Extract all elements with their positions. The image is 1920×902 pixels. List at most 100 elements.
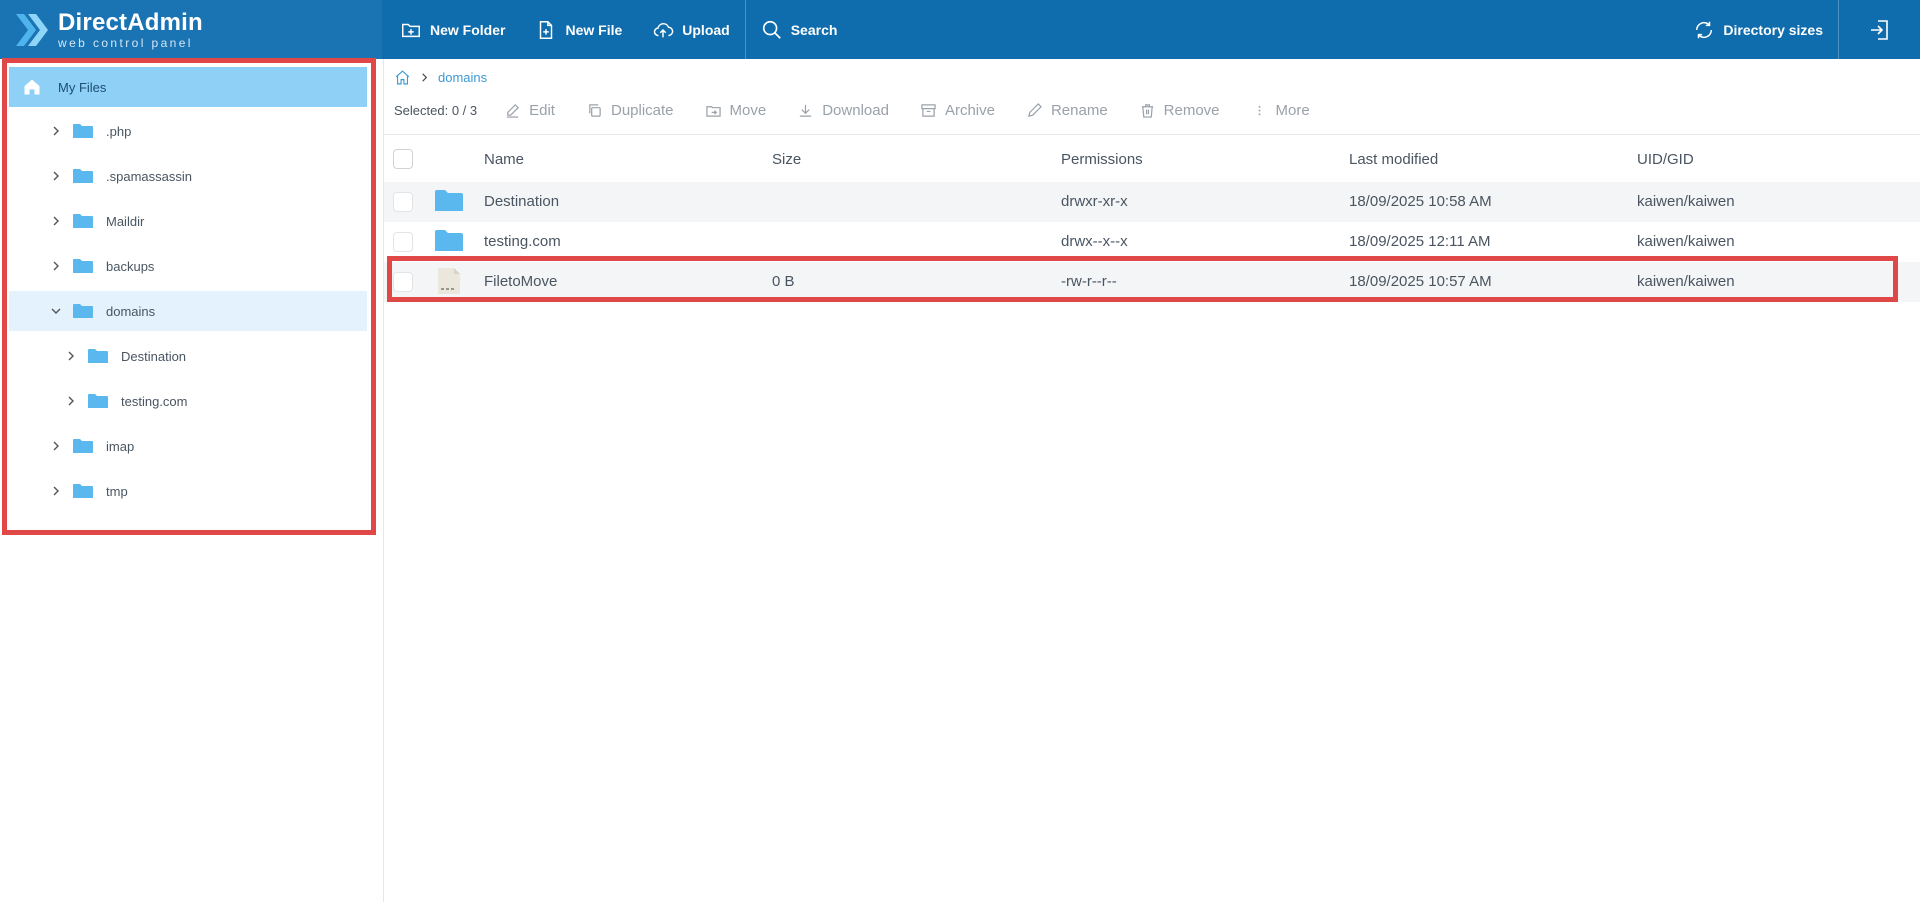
upload-button[interactable]: Upload — [637, 0, 744, 59]
trash-icon — [1141, 103, 1153, 118]
folder-icon — [73, 124, 93, 138]
table-row[interactable]: testing.com drwx--x--x 18/09/2025 12:11 … — [384, 222, 1920, 262]
tree-item-label: tmp — [106, 483, 128, 499]
tree-item-label: testing.com — [121, 393, 188, 409]
tree-item-tmp[interactable]: tmp — [9, 471, 367, 511]
chevron-down-icon[interactable] — [49, 304, 63, 318]
chevron-right-icon[interactable] — [49, 484, 63, 498]
tree-item-label: My Files — [58, 79, 107, 95]
row-checkbox[interactable] — [393, 232, 413, 252]
new-folder-label: New Folder — [430, 21, 506, 38]
rename-button[interactable]: Rename — [1027, 102, 1108, 119]
tree-item-label: .php — [106, 123, 132, 139]
app-title: DirectAdmin — [58, 8, 203, 36]
chevron-right-icon[interactable] — [49, 214, 63, 228]
row-checkbox[interactable] — [393, 192, 413, 212]
folder-icon — [88, 394, 108, 408]
column-name[interactable]: Name — [484, 151, 524, 168]
tree-item-label: imap — [106, 438, 135, 454]
folder-tree-sidebar: My Files .php .spamassassin Maildir back… — [0, 59, 384, 902]
breadcrumb-domains[interactable]: domains — [438, 70, 487, 85]
file-modified: 18/09/2025 12:11 AM — [1349, 233, 1491, 250]
pencil-icon — [1028, 102, 1042, 117]
directadmin-logo-icon — [16, 13, 48, 46]
tree-item-domains[interactable]: domains — [9, 291, 367, 331]
column-size[interactable]: Size — [772, 151, 801, 168]
home-icon — [24, 79, 40, 95]
new-file-button[interactable]: New File — [520, 0, 637, 59]
tree-item-spamassassin[interactable]: .spamassassin — [9, 156, 367, 196]
column-last-modified[interactable]: Last modified — [1349, 151, 1438, 168]
home-icon[interactable] — [394, 69, 411, 86]
refresh-icon — [1696, 21, 1713, 38]
new-folder-button[interactable]: New Folder — [385, 0, 520, 59]
file-permissions: drwxr-xr-x — [1061, 193, 1128, 210]
tree-item-label: backups — [106, 258, 155, 274]
new-file-label: New File — [565, 21, 623, 38]
chevron-right-icon[interactable] — [49, 439, 63, 453]
file-toolbar: New Folder New File Upload Search — [385, 0, 852, 59]
tree-item-label: Destination — [121, 348, 187, 364]
edit-icon — [507, 103, 520, 118]
top-bar: DirectAdmin web control panel New Folder… — [0, 0, 1920, 59]
toolbar-right: Directory sizes — [1678, 0, 1920, 59]
folder-icon — [73, 259, 93, 273]
file-modified: 18/09/2025 10:58 AM — [1349, 193, 1492, 210]
folder-icon — [73, 484, 93, 498]
tree-item-maildir[interactable]: Maildir — [9, 201, 367, 241]
file-size: 0 B — [772, 273, 795, 290]
tree-item-label: .spamassassin — [106, 168, 192, 184]
table-row[interactable]: Destination drwxr-xr-x 18/09/2025 10:58 … — [384, 182, 1920, 222]
cloud-upload-icon — [654, 22, 674, 37]
chevron-right-icon[interactable] — [49, 259, 63, 273]
file-owner: kaiwen/kaiwen — [1637, 273, 1735, 290]
column-uid-gid[interactable]: UID/GID — [1637, 151, 1694, 168]
chevron-right-icon[interactable] — [49, 124, 63, 138]
folder-icon — [73, 304, 93, 318]
search-icon — [762, 20, 781, 39]
app-subtitle: web control panel — [58, 35, 193, 50]
app-logo[interactable]: DirectAdmin web control panel — [0, 0, 382, 59]
file-owner: kaiwen/kaiwen — [1637, 193, 1735, 210]
search-button[interactable]: Search — [746, 0, 853, 59]
tree-item-testing-com[interactable]: testing.com — [9, 381, 367, 421]
move-button[interactable]: Move — [705, 102, 766, 119]
tree-item-label: domains — [106, 303, 156, 319]
file-modified: 18/09/2025 10:57 AM — [1349, 273, 1492, 290]
move-icon — [705, 105, 721, 117]
upload-label: Upload — [682, 21, 730, 38]
folder-icon — [435, 190, 463, 211]
folder-icon — [88, 349, 108, 363]
more-vertical-icon — [1258, 105, 1260, 115]
folder-icon — [73, 439, 93, 453]
file-plus-icon — [540, 20, 553, 39]
edit-button[interactable]: Edit — [505, 102, 555, 119]
tree-item-destination[interactable]: Destination — [9, 336, 367, 376]
duplicate-button[interactable]: Duplicate — [587, 102, 674, 119]
tree-item-backups[interactable]: backups — [9, 246, 367, 286]
breadcrumb: domains — [394, 66, 487, 88]
file-name[interactable]: FiletoMove — [484, 273, 557, 290]
download-button[interactable]: Download — [798, 102, 889, 119]
directory-sizes-label: Directory sizes — [1723, 21, 1823, 38]
archive-button[interactable]: Archive — [921, 102, 995, 119]
chevron-right-icon[interactable] — [64, 349, 78, 363]
tree-item-label: Maildir — [106, 213, 145, 229]
file-name[interactable]: Destination — [484, 193, 559, 210]
row-checkbox[interactable] — [393, 272, 413, 292]
select-all-checkbox[interactable] — [393, 149, 413, 169]
chevron-right-icon[interactable] — [49, 169, 63, 183]
sign-out-icon — [1870, 19, 1888, 40]
exit-button[interactable] — [1838, 0, 1920, 59]
tree-item-imap[interactable]: imap — [9, 426, 367, 466]
file-name[interactable]: testing.com — [484, 233, 561, 250]
more-button[interactable]: More — [1252, 102, 1310, 119]
folder-icon — [435, 230, 463, 251]
tree-item-php[interactable]: .php — [9, 111, 367, 151]
chevron-right-icon[interactable] — [64, 394, 78, 408]
tree-item-my-files[interactable]: My Files — [9, 67, 367, 107]
remove-button[interactable]: Remove — [1140, 102, 1220, 119]
table-row[interactable]: FiletoMove 0 B -rw-r--r-- 18/09/2025 10:… — [384, 262, 1920, 302]
directory-sizes-button[interactable]: Directory sizes — [1678, 0, 1838, 59]
column-permissions[interactable]: Permissions — [1061, 151, 1143, 168]
